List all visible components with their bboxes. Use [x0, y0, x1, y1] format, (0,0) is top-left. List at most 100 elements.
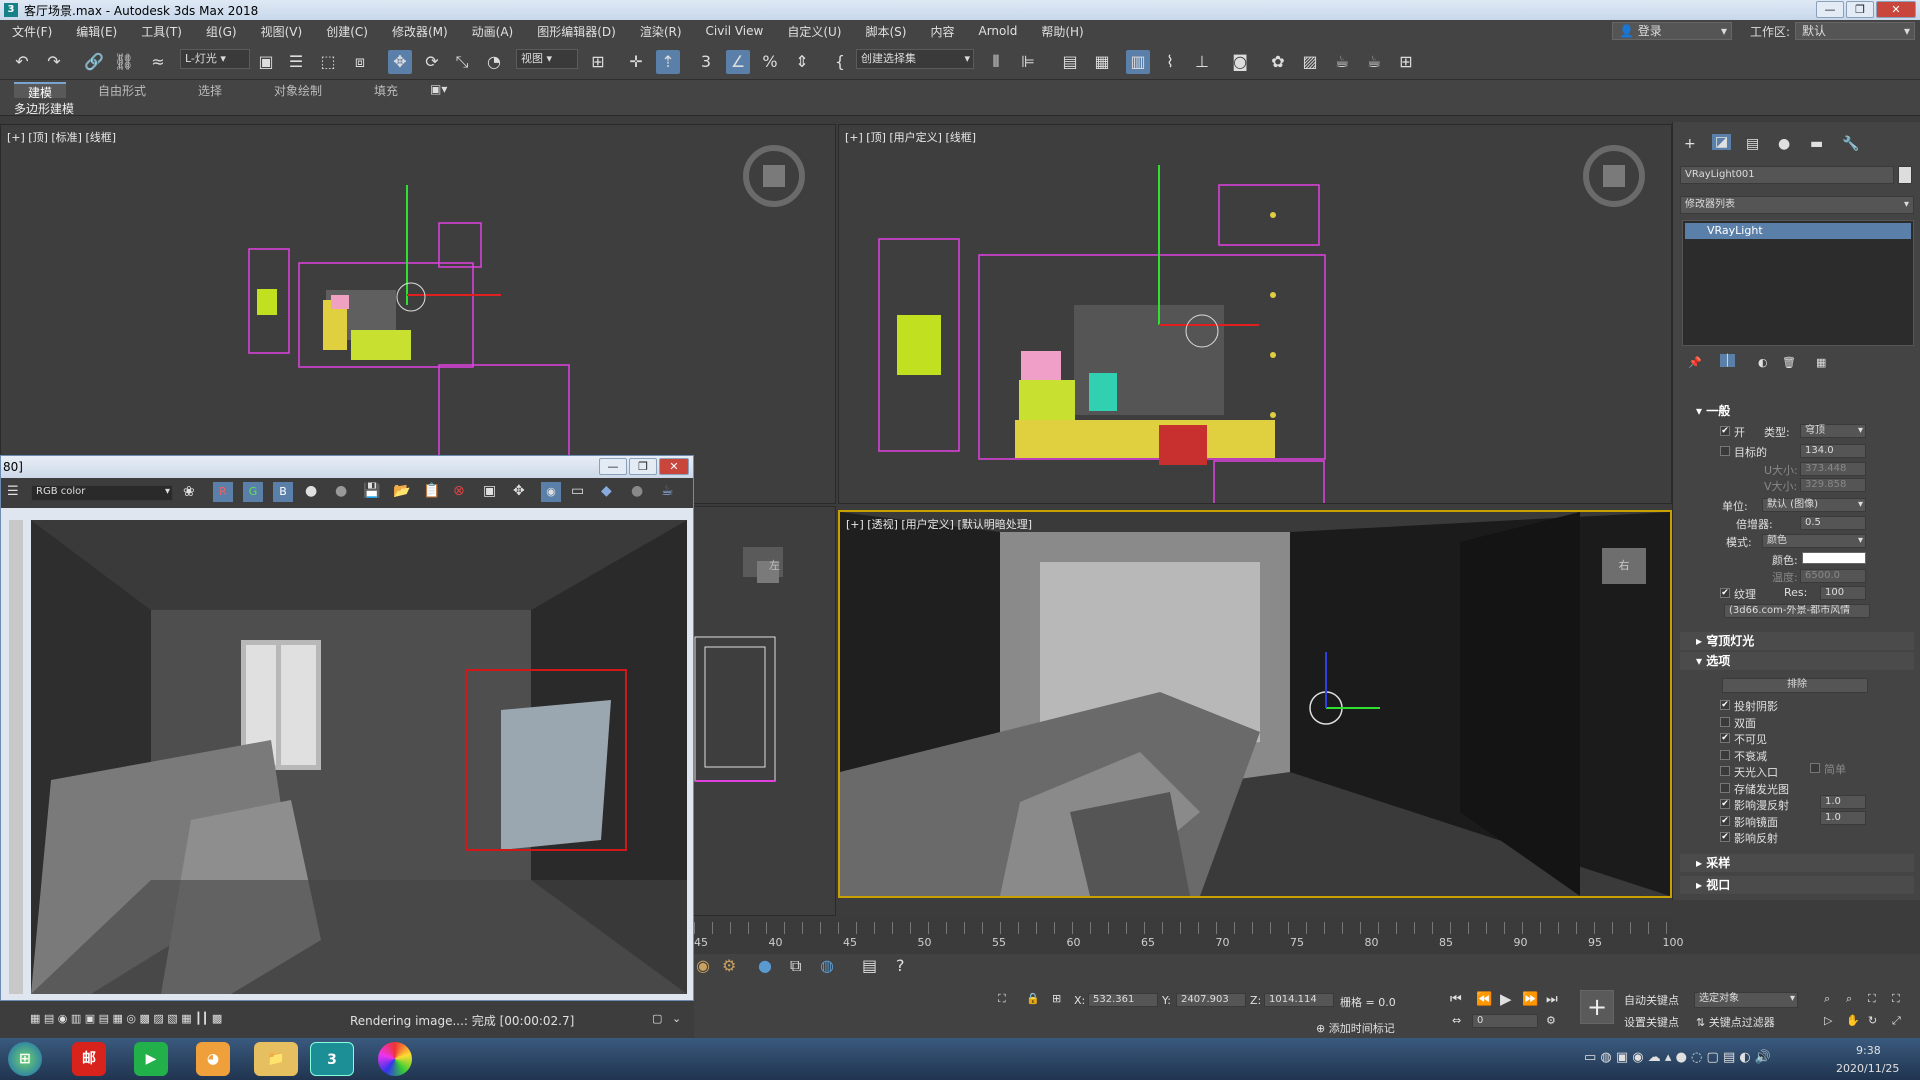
menu-group[interactable]: 组(G) — [194, 23, 249, 40]
rollout-dome-light[interactable]: ▸ 穹顶灯光 — [1680, 632, 1914, 650]
make-unique-icon[interactable]: ◐ — [1758, 356, 1768, 369]
rendered-frame-icon[interactable]: ▨ — [1298, 50, 1322, 74]
zoom-icon[interactable]: ⌕ — [1824, 992, 1830, 1006]
on-checkbox[interactable]: ✔ — [1720, 426, 1730, 436]
modifier-list-dropdown[interactable]: 修改器列表 ▾ — [1680, 196, 1914, 214]
green-channel-icon[interactable]: G — [243, 482, 263, 502]
rollout-viewport[interactable]: ▸ 视口 — [1680, 876, 1914, 894]
prev-frame-icon[interactable]: ⏪ — [1476, 992, 1492, 1007]
exclude-button[interactable]: 排除 — [1722, 678, 1868, 693]
time-config-icon[interactable]: ⚙ — [1546, 1014, 1556, 1027]
motion-tab-icon[interactable]: ● — [1778, 136, 1790, 152]
render-setup-icon[interactable]: ✿ — [1266, 50, 1290, 74]
render-restore-button[interactable]: ❐ — [629, 458, 657, 475]
ribbon-options-icon[interactable]: ▣▾ — [430, 82, 447, 98]
minimize-button[interactable]: — — [1816, 1, 1844, 18]
option-checkbox[interactable]: ✔ — [1720, 832, 1730, 842]
z-coord-field[interactable]: 1014.114 — [1264, 993, 1334, 1007]
snap-3d-icon[interactable]: 3 — [694, 50, 718, 74]
viewport-perspective[interactable]: [+] [透视] [用户定义] [默认明暗处理] 右 — [838, 510, 1672, 898]
keyboard-shortcut-icon[interactable]: ⇡ — [656, 50, 680, 74]
specular-spinner[interactable]: 1.0 — [1820, 811, 1866, 825]
pin-stack-icon[interactable]: 📌 — [1688, 356, 1702, 369]
maximize-viewport-icon[interactable]: ⤢ — [1892, 1014, 1901, 1028]
percent-snap-icon[interactable]: % — [758, 50, 782, 74]
zoom-extents-all-icon[interactable]: ⛶ — [1868, 992, 1876, 1006]
menu-graph-editors[interactable]: 图形编辑器(D) — [525, 23, 628, 40]
rect-selection-icon[interactable]: ⬚ — [316, 50, 340, 74]
texture-map-button[interactable]: (3d66.com-外景-都市风情 — [1724, 604, 1870, 618]
alpha-icon[interactable]: ● — [305, 483, 317, 499]
menu-modifiers[interactable]: 修改器(M) — [380, 23, 460, 40]
rollout-general[interactable]: ▾ 一般 — [1680, 402, 1914, 420]
vertical-scrollbar[interactable] — [9, 520, 23, 994]
key-filters-button[interactable]: ⇅ 关键点过滤器 — [1696, 1014, 1775, 1030]
tab-selection[interactable]: 选择 — [198, 82, 222, 98]
viewcube-icon[interactable] — [743, 145, 805, 207]
key-mode-icon[interactable]: ⇔ — [1452, 1014, 1461, 1027]
object-name-field[interactable]: VRayLight001 — [1680, 166, 1894, 184]
expand-icon[interactable]: ▢ — [652, 1012, 662, 1025]
curve-editor-icon[interactable]: ⌇ — [1158, 50, 1182, 74]
option-checkbox[interactable] — [1720, 766, 1730, 776]
modify-tab-icon[interactable]: ◪ — [1712, 134, 1732, 150]
viewport-top-label[interactable]: [+] [顶] [标准] [线框] — [7, 129, 116, 145]
menu-animation[interactable]: 动画(A) — [460, 23, 526, 40]
named-selection-set[interactable]: 创建选择集 ▾ — [856, 49, 974, 69]
red-channel-icon[interactable]: R — [213, 482, 233, 502]
option-checkbox[interactable] — [1720, 749, 1730, 760]
mirror-icon[interactable]: ⫴ — [984, 50, 1008, 74]
viewcube-icon[interactable]: 右 — [1602, 548, 1646, 584]
res-spinner[interactable]: 100 — [1820, 586, 1866, 600]
menu-help[interactable]: 帮助(H) — [1029, 23, 1095, 40]
tab-populate[interactable]: 填充 — [374, 82, 398, 98]
edit-named-sel-icon[interactable]: { — [828, 50, 852, 74]
mono-icon[interactable]: ● — [335, 483, 347, 499]
isolate-icon[interactable]: ● — [758, 956, 772, 975]
units-dropdown[interactable]: 默认 (图像) ▾ — [1762, 498, 1866, 512]
select-by-name-icon[interactable]: ☰ — [284, 50, 308, 74]
option-checkbox[interactable]: ✔ — [1720, 815, 1730, 826]
option-checkbox[interactable] — [1720, 716, 1730, 727]
menu-customize[interactable]: 自定义(U) — [775, 23, 853, 40]
add-time-tag[interactable]: ⊕ 添加时间标记 — [1316, 1020, 1395, 1036]
open-icon[interactable]: 📂 — [393, 483, 410, 499]
collapse-icon[interactable]: ⌄ — [672, 1012, 681, 1025]
x-coord-field[interactable]: 532.361 — [1088, 993, 1158, 1007]
link-icon[interactable]: 🔗 — [82, 50, 106, 74]
pan-icon[interactable]: ⚙ — [722, 956, 736, 975]
menu-create[interactable]: 创建(C) — [314, 23, 380, 40]
menu-file[interactable]: 文件(F) — [0, 23, 64, 40]
align-icon[interactable]: ⊫ — [1016, 50, 1040, 74]
teapot-icon[interactable]: ☕ — [661, 483, 674, 499]
option-checkbox[interactable]: ✔ — [1720, 700, 1730, 710]
blue-channel-icon[interactable]: B — [273, 482, 293, 502]
object-color-swatch[interactable] — [1898, 166, 1912, 184]
rollout-sampling[interactable]: ▸ 采样 — [1680, 854, 1914, 872]
goto-end-icon[interactable]: ⏭ — [1546, 992, 1558, 1007]
option-checkbox[interactable]: ✔ — [1720, 733, 1730, 743]
layer-explorer-icon[interactable]: ▦ — [1090, 50, 1114, 74]
maxscript-icon[interactable]: ◉ — [696, 956, 710, 975]
login-dropdown[interactable]: 👤 登录 ▾ — [1612, 22, 1732, 40]
material-editor-icon[interactable]: ◙ — [1228, 50, 1252, 74]
tab-freeform[interactable]: 自由形式 — [98, 82, 146, 98]
hierarchy-tab-icon[interactable]: ▤ — [1746, 136, 1759, 152]
app-explorer-icon[interactable]: 📁 — [254, 1042, 298, 1076]
selected-object-dropdown[interactable]: 选定对象 ▾ — [1694, 992, 1798, 1008]
pivot-icon[interactable]: ⊞ — [586, 50, 610, 74]
display-tab-icon[interactable]: ▬ — [1810, 136, 1823, 152]
color-icon[interactable]: ❀ — [183, 484, 195, 500]
diffuse-spinner[interactable]: 1.0 — [1820, 795, 1866, 809]
network-icon[interactable]: ▤ — [862, 956, 877, 975]
option-checkbox[interactable] — [1720, 782, 1730, 793]
targeted-checkbox[interactable] — [1720, 446, 1730, 456]
move-icon[interactable]: ✥ — [388, 50, 412, 74]
stack-item-vraylight[interactable]: VRayLight — [1685, 223, 1911, 239]
set-key-button[interactable]: 设置关键点 — [1624, 1014, 1679, 1030]
select-object-icon[interactable]: ▣ — [254, 50, 278, 74]
render-production-icon[interactable]: ☕ — [1330, 50, 1354, 74]
orbit-icon[interactable]: ↻ — [1868, 1014, 1877, 1027]
show-end-result-icon[interactable]: │ — [1720, 354, 1735, 367]
menu-edit[interactable]: 编辑(E) — [64, 23, 129, 40]
